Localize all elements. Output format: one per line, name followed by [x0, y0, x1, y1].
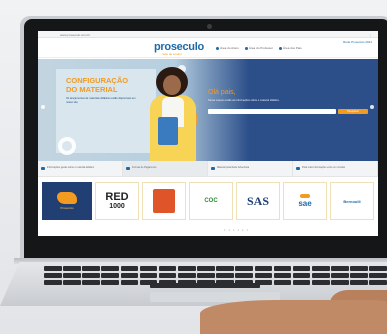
nav-link-professor[interactable]: Área do Professor — [244, 46, 273, 50]
user-icon — [216, 46, 219, 50]
search-form: Olá pais, Nesse espaço estão as informaç… — [208, 89, 378, 114]
info-item[interactable]: Para mais informações entre em contato — [293, 161, 378, 176]
keyboard-key — [101, 280, 120, 286]
webcam-icon — [207, 24, 212, 29]
keyboard-key — [273, 266, 292, 271]
handshake-icon — [57, 192, 77, 204]
info-item[interactable]: Formas de Pagamento — [123, 161, 208, 176]
keyboard-key — [177, 273, 196, 279]
keyboard-key — [369, 273, 387, 279]
brand-sae[interactable]: sae — [283, 182, 327, 220]
browser-menu-icon[interactable]: ⋮ — [369, 33, 372, 37]
carousel-next-icon[interactable] — [370, 105, 374, 109]
truck-icon — [41, 167, 45, 170]
ring-decoration — [58, 137, 76, 155]
keyboard-key — [331, 273, 349, 279]
phone-icon — [296, 167, 300, 170]
keyboard-key — [311, 266, 330, 271]
keyboard-key — [120, 273, 139, 279]
keyboard-key — [44, 266, 62, 271]
keyboard-key — [292, 273, 311, 279]
keyboard-key — [44, 273, 62, 279]
brand-proseculo[interactable]: Proseculo — [42, 182, 92, 220]
keyboard-key — [82, 280, 100, 286]
search-button[interactable]: Pesquisar — [338, 109, 368, 114]
greeting: Olá pais, — [208, 89, 236, 96]
keyboard-key — [254, 266, 273, 271]
hero-text: Os lançamentos de materiais didáticos es… — [66, 97, 136, 104]
keyboard-key — [292, 266, 311, 271]
hand — [200, 300, 387, 334]
spacebar — [150, 283, 260, 288]
info-item[interactable]: Informações gerais sobre o material didá… — [38, 161, 123, 176]
keyboard-key — [311, 280, 330, 286]
keyboard-key — [350, 280, 368, 286]
keyboard-key — [101, 266, 120, 271]
keyboard-key — [273, 273, 292, 279]
keyboard-key — [120, 280, 139, 286]
keyboard-key — [82, 266, 100, 271]
keyboard-key — [254, 273, 273, 279]
logo-tagline: rede de ensino — [162, 52, 182, 56]
book-icon — [158, 117, 178, 145]
keyboard-key — [158, 266, 177, 271]
keyboard-key — [331, 280, 349, 286]
photo-scene: www.proseculo.com.br ⋮ proseculo rede de… — [0, 0, 387, 334]
laptop-screen: www.proseculo.com.br ⋮ proseculo rede de… — [38, 31, 378, 236]
info-bar: Informações gerais sobre o material didá… — [38, 161, 378, 177]
nav-links: Área do Aluno Área do Professor Área dos… — [216, 46, 302, 50]
brand-tile-logo[interactable] — [142, 182, 186, 220]
site-header: proseculo rede de ensino Área do Aluno Á… — [38, 38, 378, 58]
form-description: Nesse espaço estão as informações sobre … — [208, 99, 280, 102]
brand-red1000[interactable]: RED 1000 — [95, 182, 139, 220]
carousel-pager[interactable]: • • • • • • — [224, 227, 249, 232]
search-input[interactable] — [208, 109, 336, 114]
keyboard-key — [63, 273, 81, 279]
info-item[interactable]: Material para Rede Adventista — [208, 161, 293, 176]
keyboard-key — [273, 280, 292, 286]
keyboard-key — [82, 273, 100, 279]
student-photo — [142, 67, 202, 161]
keyboard-key — [311, 273, 330, 279]
keyboard-key — [197, 273, 215, 279]
browser-bar: www.proseculo.com.br ⋮ — [38, 31, 378, 38]
keyboard-key — [139, 273, 158, 279]
user-icon — [279, 46, 283, 50]
hero-title: CONFIGURAÇÃO DO MATERIAL — [66, 76, 129, 94]
keyboard-key — [44, 280, 62, 286]
top-right-label: Rede Proseculo 2021 — [343, 40, 372, 44]
book-icon — [211, 167, 215, 170]
nav-link-aluno[interactable]: Área do Aluno — [216, 46, 239, 50]
keyboard-key — [63, 280, 81, 286]
keyboard-key — [369, 280, 387, 286]
tile-logo-icon — [153, 189, 175, 213]
keyboard-key — [101, 273, 120, 279]
keyboard-key — [292, 280, 311, 286]
keyboard-key — [120, 266, 139, 271]
keyboard-key — [350, 273, 368, 279]
card-icon — [126, 167, 130, 170]
keyboard-key — [63, 266, 81, 271]
address-bar[interactable]: www.proseculo.com.br — [60, 33, 90, 37]
user-icon — [244, 46, 248, 50]
brand-bernoulli[interactable]: Bernoulli — [330, 182, 374, 220]
keyboard-key — [350, 266, 368, 271]
keyboard-key — [158, 273, 177, 279]
keyboard-key — [369, 266, 387, 271]
keyboard-key — [216, 266, 234, 271]
keyboard-key — [139, 266, 158, 271]
keyboard-key — [331, 266, 349, 271]
brand-carousel: Proseculo RED 1000 COC SAS sae Bernoulli — [38, 182, 378, 222]
keyboard-key — [197, 266, 215, 271]
brand-sas[interactable]: SAS — [236, 182, 280, 220]
carousel-prev-icon[interactable] — [41, 105, 45, 109]
keyboard-key — [177, 266, 196, 271]
nav-link-pais[interactable]: Área dos Pais — [279, 46, 302, 50]
keyboard-key — [216, 273, 234, 279]
brand-coc[interactable]: COC — [189, 182, 233, 220]
keyboard-key — [235, 273, 254, 279]
keyboard-key — [235, 266, 254, 271]
hero-banner: CONFIGURAÇÃO DO MATERIAL Os lançamentos … — [38, 59, 378, 161]
